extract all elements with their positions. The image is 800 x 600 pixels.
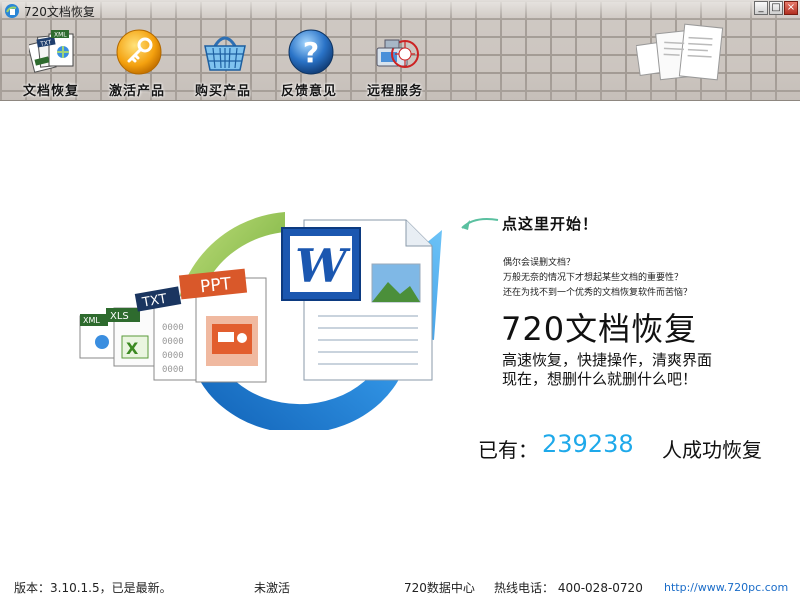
tagline: 高速恢复，快捷操作，清爽界面 — [502, 351, 713, 369]
word-document: W — [281, 219, 433, 381]
svg-text:0000: 0000 — [162, 365, 184, 375]
title-bar: 720文档恢复 _ □ × — [0, 0, 800, 22]
main-toolbar: TXT XML 文档恢复 激活产品 购买产品 ? 反馈意见 远程服务 — [8, 26, 438, 99]
svg-text:XML: XML — [54, 32, 67, 39]
tagline: 现在，想删什么就删什么吧！ — [502, 370, 698, 388]
basket-icon — [204, 36, 246, 71]
recovered-users-label: 已有： — [478, 438, 538, 462]
toolbar-label: 反馈意见 — [280, 84, 337, 99]
toolbar-label: 文档恢复 — [22, 84, 79, 99]
brand-title: 720文档恢复 — [501, 310, 698, 348]
app-logo-icon — [5, 4, 19, 18]
documents-icon: TXT XML — [29, 30, 74, 73]
toolbar-label: 激活产品 — [108, 84, 165, 99]
recovered-users-count: 239238 — [542, 430, 634, 458]
svg-text:?: ? — [303, 36, 319, 69]
xls-label: XLS — [110, 311, 129, 322]
toolbar-activate-product-button[interactable]: 激活产品 — [94, 26, 180, 99]
window-title: 720文档恢复 — [24, 5, 95, 19]
svg-text:0000: 0000 — [162, 351, 184, 361]
activation-status: 未激活 — [254, 581, 291, 595]
toolbar-remote-service-button[interactable]: 远程服务 — [352, 26, 438, 99]
maximize-button[interactable]: □ — [769, 1, 783, 15]
question-line: 还在为找不到一个优秀的文档恢复软件而苦恼？ — [503, 288, 693, 298]
xml-label: XML — [83, 316, 100, 325]
toolbar-label: 购买产品 — [194, 84, 251, 99]
toolbar-feedback-button[interactable]: ? 反馈意见 — [266, 26, 352, 99]
question-line: 偶尔会误删文档？ — [503, 258, 576, 268]
toolbar-label: 远程服务 — [366, 84, 423, 99]
svg-text:0000: 0000 — [162, 337, 184, 347]
help-icon: ? — [288, 29, 334, 75]
start-recovery-graphic[interactable]: XML XLS X TXT 0000 0000 0000 0000 PPT W — [70, 190, 500, 430]
papers-decoration-icon — [636, 23, 724, 81]
website-link[interactable]: http://www.720pc.com — [664, 581, 788, 594]
remote-service-icon — [376, 39, 419, 68]
close-button[interactable]: × — [784, 1, 798, 15]
version-status: 版本：3.10.1.5，已是最新。 — [14, 581, 172, 595]
question-line: 万般无奈的情况下才想起某些文档的重要性？ — [503, 273, 684, 283]
toolbar-document-recovery-button[interactable]: TXT XML 文档恢复 — [8, 26, 94, 99]
ppt-label: PPT — [199, 274, 232, 297]
window-controls: _ □ × — [754, 1, 798, 15]
svg-text:X: X — [126, 339, 139, 358]
hotline-label: 热线电话： 400-028-0720 — [494, 581, 643, 595]
word-letter: W — [295, 239, 351, 293]
status-bar: 版本：3.10.1.5，已是最新。 未激活 720数据中心 热线电话： 400-… — [0, 572, 800, 600]
data-center-label: 720数据中心 — [404, 581, 475, 595]
minimize-button[interactable]: _ — [754, 1, 768, 15]
recovered-users-suffix: 人成功恢复 — [662, 438, 762, 462]
toolbar-buy-product-button[interactable]: 购买产品 — [180, 26, 266, 99]
key-icon — [116, 29, 162, 75]
start-here-link[interactable]: 点这里开始！ — [502, 213, 598, 234]
svg-text:0000: 0000 — [162, 323, 184, 333]
xls-file-card: XLS X — [106, 307, 161, 367]
